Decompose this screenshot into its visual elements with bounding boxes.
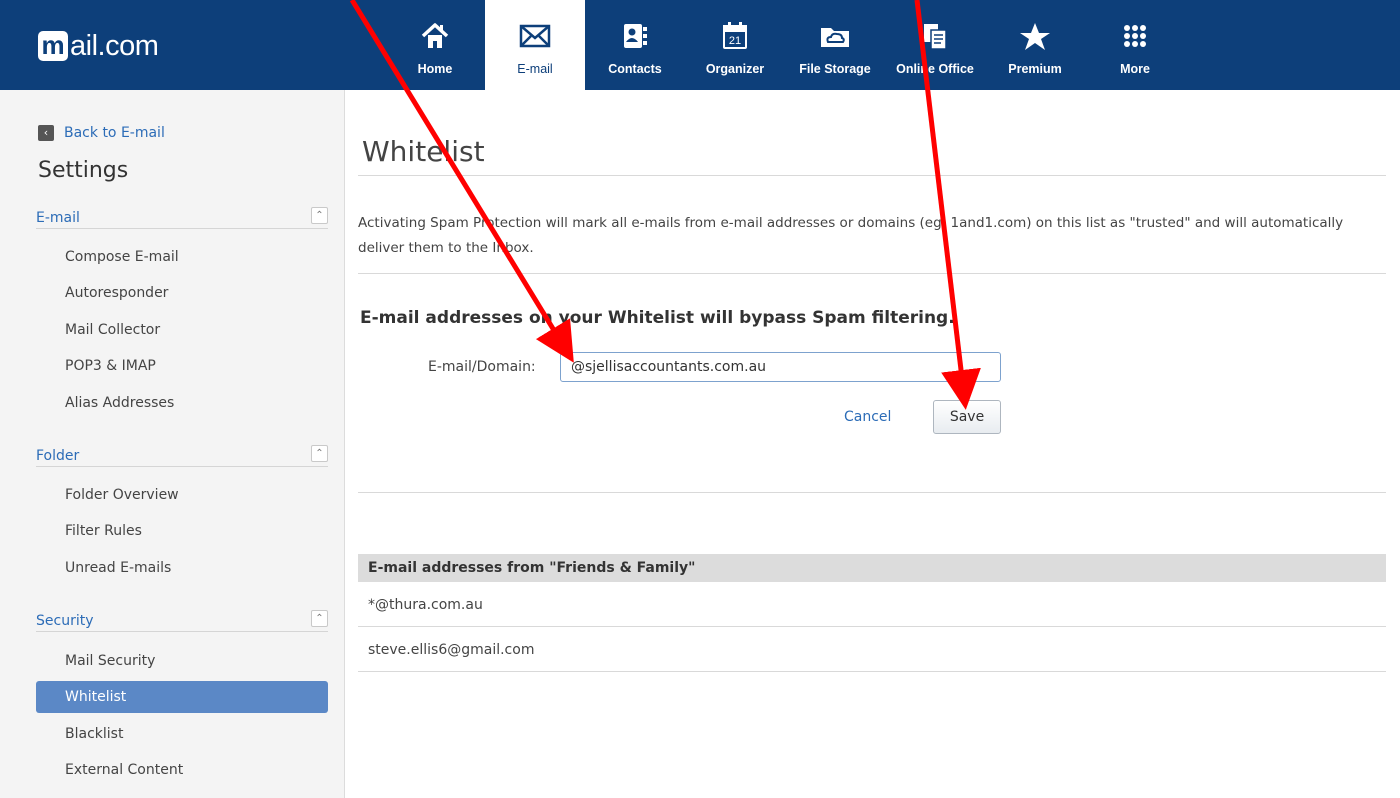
collapse-icon[interactable]: ⌃ [311,445,328,462]
nav-file-storage-label: File Storage [799,62,871,76]
main-nav: Home E-mail Contacts 21 Organizer File S… [385,0,1185,90]
top-navigation-bar: m ail.com Home E-mail Contacts 21 Organi… [0,0,1400,90]
sidebar-item-unread-emails[interactable]: Unread E-mails [36,552,328,584]
sidebar-item-autoresponder[interactable]: Autoresponder [36,277,328,309]
nav-organizer[interactable]: 21 Organizer [685,0,785,90]
whitelist-subheading: E-mail addresses on your Whitelist will … [360,308,955,328]
nav-premium[interactable]: Premium [985,0,1085,90]
save-button[interactable]: Save [933,400,1001,434]
chevron-left-icon: ‹ [38,125,54,141]
nav-home[interactable]: Home [385,0,485,90]
calendar-icon: 21 [719,20,751,52]
divider [358,175,1386,176]
main-content: Whitelist Activating Spam Protection wil… [358,90,1386,798]
email-domain-input[interactable] [560,352,1001,382]
collapse-icon[interactable]: ⌃ [311,610,328,627]
nav-online-office[interactable]: Online Office [885,0,985,90]
grid-icon [1119,20,1151,52]
cancel-link[interactable]: Cancel [844,409,891,425]
section-folder-title: Folder [36,448,80,464]
nav-premium-label: Premium [1008,62,1062,76]
star-icon [1019,20,1051,52]
collapse-icon[interactable]: ⌃ [311,207,328,224]
section-folder-header[interactable]: Folder ⌃ [36,445,328,467]
divider [358,273,1386,274]
nav-contacts[interactable]: Contacts [585,0,685,90]
section-email-title: E-mail [36,210,80,226]
sidebar-item-pop3-imap[interactable]: POP3 & IMAP [36,350,328,382]
list-item[interactable]: steve.ellis6@gmail.com [358,628,1386,672]
sidebar-item-blacklist[interactable]: Blacklist [36,718,328,750]
sidebar-item-whitelist[interactable]: Whitelist [36,681,328,713]
sidebar-item-filter-rules[interactable]: Filter Rules [36,515,328,547]
nav-file-storage[interactable]: File Storage [785,0,885,90]
envelope-icon [519,20,551,52]
whitelist-description: Activating Spam Protection will mark all… [358,215,1344,256]
settings-sidebar: ‹ Back to E-mail Settings E-mail ⌃ Compo… [0,90,345,798]
nav-email-label: E-mail [517,62,553,76]
cloud-folder-icon [819,20,851,52]
sidebar-item-folder-overview[interactable]: Folder Overview [36,479,328,511]
email-domain-label: E-mail/Domain: [428,359,536,375]
logo-text: ail.com [70,29,159,62]
sidebar-item-alias-addresses[interactable]: Alias Addresses [36,387,328,419]
nav-more[interactable]: More [1085,0,1185,90]
divider [358,492,1386,493]
nav-email[interactable]: E-mail [485,0,585,90]
documents-icon [919,20,951,52]
logo-mark: m [38,31,68,61]
page-title: Whitelist [362,135,485,168]
calendar-day: 21 [729,35,741,47]
back-to-email-label: Back to E-mail [64,125,165,141]
section-email-header[interactable]: E-mail ⌃ [36,207,328,229]
sidebar-item-mail-security[interactable]: Mail Security [36,645,328,677]
section-security-header[interactable]: Security ⌃ [36,610,328,632]
nav-organizer-label: Organizer [705,62,765,76]
sidebar-item-external-content[interactable]: External Content [36,754,328,786]
list-item[interactable]: *@thura.com.au [358,583,1386,627]
back-to-email-link[interactable]: ‹ Back to E-mail [38,125,165,141]
nav-contacts-label: Contacts [608,62,662,76]
sidebar-item-compose-email[interactable]: Compose E-mail [36,241,328,273]
sidebar-item-mail-collector[interactable]: Mail Collector [36,314,328,346]
mailcom-logo[interactable]: m ail.com [38,26,159,66]
section-security-title: Security [36,613,94,629]
home-icon [419,20,451,52]
settings-title: Settings [38,158,129,183]
nav-more-label: More [1120,62,1150,76]
contacts-icon [619,20,651,52]
nav-home-label: Home [417,62,453,76]
friends-family-list-header: E-mail addresses from "Friends & Family" [358,554,1386,582]
nav-online-office-label: Online Office [896,62,974,76]
